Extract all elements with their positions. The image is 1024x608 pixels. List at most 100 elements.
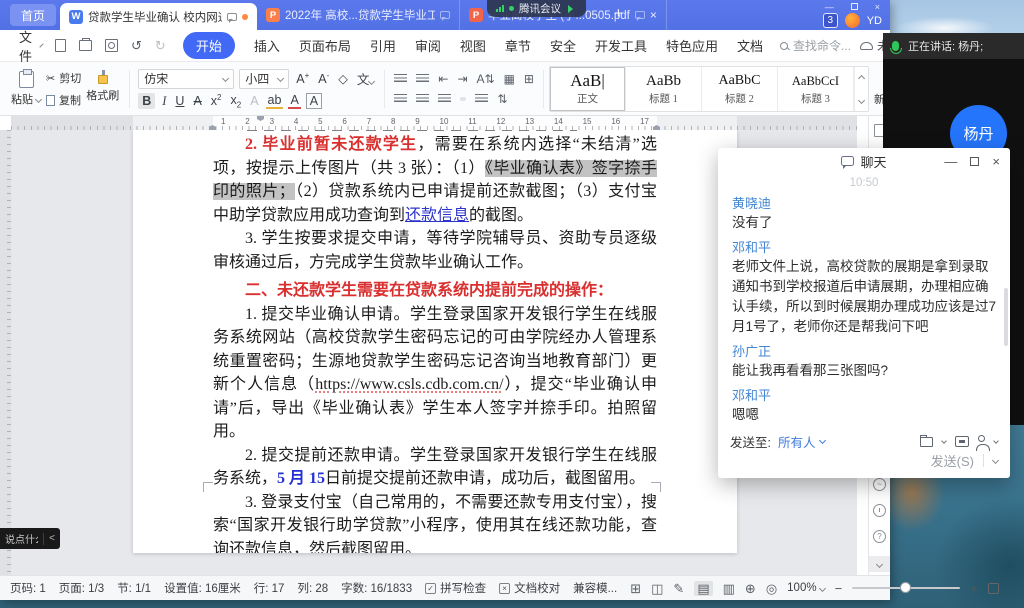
chat-author[interactable]: 邓和平	[732, 387, 996, 404]
spacing-icon[interactable]: ⇅	[497, 92, 507, 106]
borders-icon[interactable]: ▦	[504, 72, 515, 86]
style-body[interactable]: AaB| 正文	[550, 67, 626, 111]
meeting-quick-reply-bar[interactable]: 说点什么... <	[0, 528, 60, 549]
zoom-in-button[interactable]: +	[970, 581, 978, 596]
styles-scroll-up-icon[interactable]	[858, 74, 865, 81]
message-count-badge[interactable]: 3	[823, 13, 838, 28]
eye-protect-icon[interactable]: ◎	[766, 582, 777, 595]
status-line[interactable]: 行: 17	[254, 580, 285, 596]
redo-icon[interactable]: ↻	[155, 39, 166, 52]
send-file-icon[interactable]	[920, 437, 933, 447]
shading-icon[interactable]: ⊞	[524, 72, 534, 86]
align-right-icon[interactable]	[438, 94, 451, 104]
maximize-button[interactable]	[851, 3, 858, 10]
print-icon[interactable]	[79, 40, 92, 51]
tab-doc-2[interactable]: P 2022年 高校...贷款学生毕业工作	[257, 0, 460, 30]
chat-author[interactable]: 孙广正	[732, 343, 996, 360]
history-icon[interactable]	[873, 504, 886, 517]
contact-service-icon[interactable]: ~	[873, 478, 886, 491]
horizontal-ruler[interactable]: 1234567891011121314151617	[11, 116, 857, 130]
quick-reply-placeholder[interactable]: 说点什么...	[5, 531, 38, 546]
line-spacing-icon[interactable]: A⇅	[477, 72, 495, 86]
save-icon[interactable]	[55, 39, 66, 52]
align-center-icon[interactable]	[416, 94, 429, 104]
menu-view[interactable]: 视图	[460, 36, 486, 55]
font-name-select[interactable]: 仿宋	[138, 69, 234, 89]
screenshot-icon[interactable]	[955, 436, 969, 447]
align-justify-icon[interactable]	[460, 97, 466, 101]
status-column[interactable]: 列: 28	[297, 580, 328, 596]
chat-author[interactable]: 黄晓迪	[732, 195, 996, 212]
font-size-select[interactable]: 小四	[239, 69, 289, 89]
account-avatar[interactable]: YD	[867, 15, 882, 27]
format-painter-button[interactable]: 格式刷	[81, 65, 124, 113]
two-page-view-icon[interactable]: ◫	[651, 582, 663, 595]
char-border-button[interactable]: A	[306, 93, 322, 109]
menu-special-apps[interactable]: 特色应用	[666, 36, 718, 55]
fit-page-icon[interactable]	[988, 583, 999, 594]
menu-references[interactable]: 引用	[370, 36, 396, 55]
zoom-slider-knob[interactable]	[900, 582, 911, 593]
new-tab-button[interactable]: +	[614, 5, 623, 22]
vertical-ruler[interactable]	[0, 130, 11, 575]
document-page[interactable]: 2. 毕业前暂未还款学生，需要在系统内选择“未结清”选项，按提示上传图片（共 3…	[133, 130, 737, 553]
tab-doc-active[interactable]: W 贷款学生毕业确认 校内网通知	[60, 3, 257, 30]
styles-scroll-down-icon[interactable]	[858, 96, 865, 103]
zoom-out-button[interactable]: −	[835, 581, 843, 596]
undo-icon[interactable]: ↺	[131, 39, 142, 52]
increase-indent-icon[interactable]: ⇥	[457, 72, 467, 86]
status-section[interactable]: 节: 1/1	[117, 580, 151, 596]
menu-page-layout[interactable]: 页面布局	[299, 36, 351, 55]
write-mode-icon[interactable]: ✎	[673, 582, 684, 595]
command-search[interactable]: 查找命令...	[780, 37, 851, 54]
strikethrough-button[interactable]: A	[191, 94, 203, 108]
file-menu[interactable]: 文件	[19, 27, 32, 65]
style-heading3[interactable]: AaBbCcI 标题 3	[778, 67, 854, 111]
outline-view-icon[interactable]: ▥	[723, 582, 735, 595]
zoom-slider[interactable]	[852, 587, 960, 589]
spell-check-button[interactable]: ✓ 拼写检查	[425, 580, 486, 596]
style-heading2[interactable]: AaBbC 标题 2	[702, 67, 778, 111]
send-options-chevron-icon[interactable]	[992, 457, 999, 464]
close-button[interactable]: ×	[875, 2, 880, 12]
web-view-icon[interactable]: ⊕	[745, 582, 756, 595]
bullet-list-icon[interactable]	[394, 74, 407, 84]
chat-maximize-button[interactable]	[970, 157, 979, 166]
align-distribute-icon[interactable]	[475, 94, 488, 104]
chat-messages[interactable]: 黄晓迪 没有了 邓和平 老师文件上说，高校贷款的展期是拿到录取通知书到学校报道后…	[718, 189, 1010, 425]
chat-window[interactable]: 聊天 — × 10:50 黄晓迪 没有了 邓和平 老师文件上说，高校贷款的展期是…	[718, 148, 1010, 478]
home-tab[interactable]: 首页	[10, 4, 56, 26]
menu-document[interactable]: 文档	[737, 36, 763, 55]
italic-button[interactable]: I	[160, 94, 168, 109]
menu-insert[interactable]: 插入	[254, 36, 280, 55]
bold-button[interactable]: B	[138, 93, 155, 109]
cut-button[interactable]: ✂剪切	[46, 70, 81, 86]
clear-format-button[interactable]: ◇	[336, 71, 350, 86]
style-heading1[interactable]: AaBb 标题 1	[626, 67, 702, 111]
status-word-count[interactable]: 字数: 16/1833	[341, 580, 412, 596]
page-view-icon[interactable]: ▤	[694, 581, 712, 596]
chat-author[interactable]: 邓和平	[732, 239, 996, 256]
chat-close-button[interactable]: ×	[992, 154, 1000, 169]
subscript-button[interactable]: x2	[229, 93, 244, 110]
char-effect-button[interactable]: A	[248, 94, 260, 108]
menu-review[interactable]: 审阅	[415, 36, 441, 55]
fullscreen-view-icon[interactable]: ⊞	[630, 582, 641, 595]
compat-mode-label[interactable]: 兼容模...	[573, 580, 617, 596]
highlight-color-button[interactable]: ab	[266, 93, 284, 109]
zoom-level[interactable]: 100%	[787, 582, 824, 594]
send-to-select[interactable]: 所有人	[778, 432, 825, 451]
minimize-button[interactable]: —	[825, 2, 834, 12]
chat-titlebar[interactable]: 聊天 — ×	[718, 148, 1010, 174]
chat-minimize-button[interactable]: —	[944, 154, 957, 169]
grow-font-button[interactable]: A+	[294, 71, 311, 86]
rail-collapse-button[interactable]	[869, 556, 890, 572]
tab-close-icon[interactable]: ×	[650, 8, 657, 22]
superscript-button[interactable]: x2	[209, 93, 224, 108]
document-text[interactable]: 2. 毕业前暂未还款学生，需要在系统内选择“未结清”选项，按提示上传图片（共 3…	[213, 130, 657, 553]
send-button[interactable]: 发送(S)	[931, 451, 974, 470]
doc-proof-button[interactable]: × 文档校对	[499, 580, 560, 596]
chat-scrollbar[interactable]	[1004, 288, 1008, 346]
align-left-icon[interactable]	[394, 94, 407, 104]
print-preview-icon[interactable]	[105, 39, 118, 52]
